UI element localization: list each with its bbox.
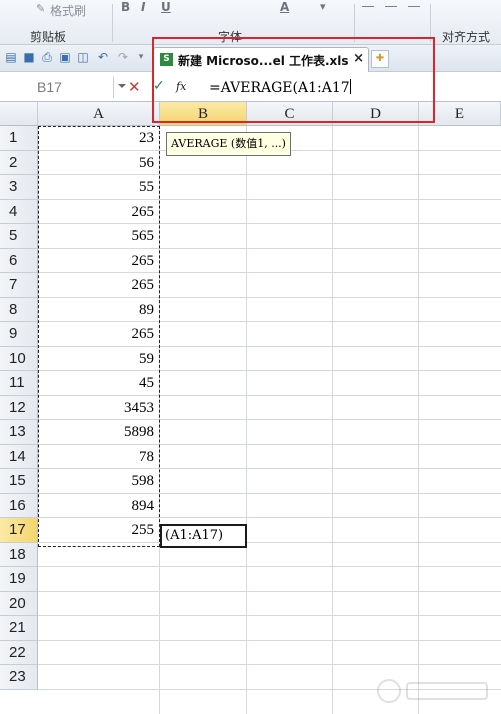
row-header[interactable]: 7 xyxy=(0,273,38,298)
row-header[interactable]: 1 xyxy=(0,126,38,151)
grid-line xyxy=(38,566,501,567)
column-header-a[interactable]: A xyxy=(38,102,160,126)
column-header-b[interactable]: B xyxy=(160,102,247,126)
row-header[interactable]: 8 xyxy=(0,297,38,322)
row-header[interactable]: 4 xyxy=(0,199,38,224)
document-tab-title[interactable]: 新建 Microso...el 工作表.xls xyxy=(178,52,349,69)
column-header-e[interactable]: E xyxy=(419,102,501,126)
spreadsheet-icon: S xyxy=(160,53,173,66)
row-header[interactable]: 9 xyxy=(0,322,38,347)
row-header[interactable]: 11 xyxy=(0,371,38,396)
formula-input[interactable]: =AVERAGE(A1:A17 xyxy=(209,77,499,99)
column-header-c[interactable]: C xyxy=(247,102,333,126)
ribbon-separator xyxy=(112,4,113,42)
selection-marquee xyxy=(38,126,160,547)
column-header-d[interactable]: D xyxy=(333,102,419,126)
undo-icon[interactable]: ↶ xyxy=(96,50,110,64)
function-tooltip: AVERAGE (数值1, ...) xyxy=(166,132,291,156)
ribbon-separator xyxy=(430,4,431,42)
clipboard-group-label: 剪贴板 xyxy=(30,30,67,44)
row-header[interactable]: 14 xyxy=(0,444,38,469)
save-icon[interactable]: ■ xyxy=(22,50,36,64)
grid-line xyxy=(38,615,501,616)
name-box-dropdown-icon[interactable] xyxy=(118,84,126,88)
insert-function-icon[interactable]: fx xyxy=(176,80,186,93)
qa-dropdown-icon[interactable]: ▾ xyxy=(134,50,148,64)
redo-icon[interactable]: ↷ xyxy=(116,50,130,64)
row-header[interactable]: 20 xyxy=(0,591,38,616)
row-header[interactable]: 5 xyxy=(0,224,38,249)
confirm-icon[interactable]: ✓ xyxy=(153,78,165,94)
row-header[interactable]: 10 xyxy=(0,346,38,371)
document-tab[interactable]: S 新建 Microso...el 工作表.xls × xyxy=(153,47,369,72)
font-group-label: 字体 xyxy=(218,30,243,44)
text-caret xyxy=(349,79,351,94)
row-header[interactable]: 16 xyxy=(0,493,38,518)
underline-button[interactable]: U xyxy=(161,0,171,14)
row-header[interactable]: 2 xyxy=(0,150,38,175)
font-color-button[interactable]: A xyxy=(280,0,289,14)
italic-button[interactable]: I xyxy=(141,0,145,14)
print-preview-icon[interactable]: ▣ xyxy=(58,50,72,64)
grid-line xyxy=(418,126,419,714)
bold-button[interactable]: B xyxy=(121,0,130,14)
ribbon: 格式刷 ✎ B I U A ▾ 剪贴板 字体 对齐方式 xyxy=(0,0,501,45)
row-header[interactable]: 21 xyxy=(0,616,38,641)
grid-line xyxy=(38,590,501,592)
align-left-icon[interactable] xyxy=(362,6,374,7)
print-icon[interactable]: ⎙ xyxy=(40,50,54,64)
row-header[interactable]: 15 xyxy=(0,469,38,494)
cancel-icon[interactable]: ✕ xyxy=(128,78,141,96)
row-header[interactable]: 19 xyxy=(0,567,38,592)
align-center-icon[interactable] xyxy=(385,6,397,7)
align-group-label: 对齐方式 xyxy=(442,30,491,44)
preview-icon[interactable]: ◫ xyxy=(76,50,90,64)
ribbon-separator xyxy=(354,4,355,42)
row-header[interactable]: 17 xyxy=(0,518,38,543)
select-all-corner[interactable] xyxy=(0,102,38,126)
format-painter-button[interactable]: 格式刷 xyxy=(50,2,86,19)
grid-line xyxy=(332,126,333,714)
grid-line xyxy=(38,664,501,665)
formula-text: =AVERAGE(A1:A17 xyxy=(209,80,350,96)
row-header[interactable]: 18 xyxy=(0,542,38,567)
formula-bar: B17 ✕ ✓ fx =AVERAGE(A1:A17 xyxy=(0,75,501,102)
row-header[interactable]: 12 xyxy=(0,395,38,420)
name-box[interactable]: B17 xyxy=(0,77,114,98)
align-right-icon[interactable] xyxy=(408,6,420,7)
new-doc-icon[interactable]: ▤ xyxy=(4,50,18,64)
active-cell-b17[interactable]: (A1:A17) xyxy=(160,524,247,548)
format-painter-icon: ✎ xyxy=(36,2,46,15)
font-dropdown-icon[interactable]: ▾ xyxy=(320,0,326,13)
row-header[interactable]: 3 xyxy=(0,175,38,200)
close-tab-icon[interactable]: × xyxy=(353,51,364,66)
new-tab-icon[interactable]: ✚ xyxy=(371,50,389,68)
quick-access-bar: ▤ ■ ⎙ ▣ ◫ ↶ ↷ ▾ S 新建 Microso...el 工作表.xl… xyxy=(0,45,501,72)
row-header[interactable]: 23 xyxy=(0,665,38,690)
row-header[interactable]: 22 xyxy=(0,640,38,665)
grid-line xyxy=(246,126,247,714)
row-header[interactable]: 13 xyxy=(0,420,38,445)
watermark-logo xyxy=(377,679,488,703)
row-header[interactable]: 6 xyxy=(0,248,38,273)
grid-line xyxy=(38,639,501,641)
